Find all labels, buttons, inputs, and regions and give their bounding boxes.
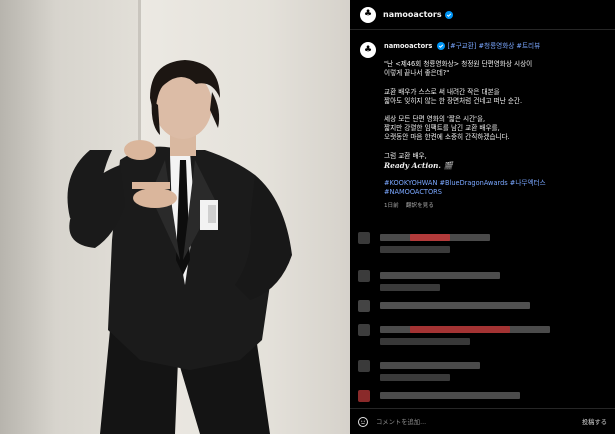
post-photo[interactable]	[0, 0, 350, 434]
comment-blur	[380, 362, 480, 369]
post-time[interactable]: 1日前	[384, 203, 399, 209]
comment-avatar	[358, 360, 370, 372]
comments-list	[350, 228, 615, 408]
post-header: ♣ namooactors	[350, 0, 615, 30]
header-username[interactable]: namooactors	[383, 10, 442, 19]
tree-logo-icon: ♣	[363, 44, 373, 55]
comment-avatar	[358, 270, 370, 282]
translate-link[interactable]: 翻訳を見る	[406, 203, 434, 209]
comment-avatar	[358, 324, 370, 336]
comment-blur	[380, 374, 450, 381]
caption-line: 세상 모든 단편 영화의 '짧은 시간'을,	[384, 115, 486, 124]
comment-blur	[380, 272, 500, 279]
post-meta: 1日前 翻訳を見る	[384, 201, 605, 209]
clapperboard-icon: 🎬	[443, 160, 453, 170]
caption-line: 이렇게 끝나서 좋은데?"	[384, 69, 450, 78]
post-side-panel: ♣ namooactors ♣ namooactors [#구교환] #청룡영화…	[350, 0, 615, 434]
caption-area: ♣ namooactors [#구교환] #청룡영화상 #트리뷰 "난 <제46…	[350, 30, 615, 209]
caption-hashtags[interactable]: #NAMOOACTORS	[384, 188, 605, 197]
tree-logo-icon: ♣	[363, 9, 373, 19]
comment-blur	[380, 338, 470, 345]
caption-line: 짧아도 잊히지 않는 한 장면처럼 건네고 떠난 순간.	[384, 96, 523, 105]
verified-badge-icon	[437, 42, 446, 50]
verified-badge-icon	[444, 10, 453, 19]
person-figure	[67, 60, 292, 434]
comment-blur	[380, 392, 520, 399]
emoji-icon[interactable]	[358, 416, 368, 427]
comment-blur	[380, 246, 450, 253]
caption-line: 오랫동안 마음 한켠에 소중히 간직하겠습니다.	[384, 133, 510, 142]
comment-blur	[380, 302, 530, 309]
ready-action-text: Ready Action. 🎬	[384, 160, 453, 170]
caption-text: namooactors [#구교환] #청룡영화상 #트리뷰 "난 <제46회 …	[384, 42, 605, 197]
caption-hashtags[interactable]: #KOOKYOHWAN #BlueDragonAwards #나무엑터스	[384, 179, 605, 188]
comment-avatar	[358, 390, 370, 402]
instagram-post-view: ♣ namooactors ♣ namooactors [#구교환] #청룡영화…	[0, 0, 615, 434]
account-avatar[interactable]: ♣	[360, 6, 376, 23]
caption-tags-inline[interactable]: [#구교환] #청룡영화상 #트리뷰	[448, 42, 541, 50]
post-comment-button[interactable]: 投稿する	[582, 417, 607, 426]
comment-blur	[410, 326, 510, 333]
comment-input[interactable]: コメントを追加...	[376, 417, 582, 426]
comment-avatar	[358, 300, 370, 312]
caption-username[interactable]: namooactors	[384, 42, 432, 50]
caption-line: 교환 배우가 스스로 써 내려간 작은 대본을	[384, 87, 500, 96]
comment-bar: コメントを追加... 投稿する	[350, 408, 615, 434]
comment-blur	[380, 284, 440, 291]
caption-avatar[interactable]: ♣	[360, 42, 376, 58]
caption-line: 그럼 교환 배우,	[384, 151, 427, 160]
comment-avatar	[358, 232, 370, 244]
comment-blur	[410, 234, 450, 241]
